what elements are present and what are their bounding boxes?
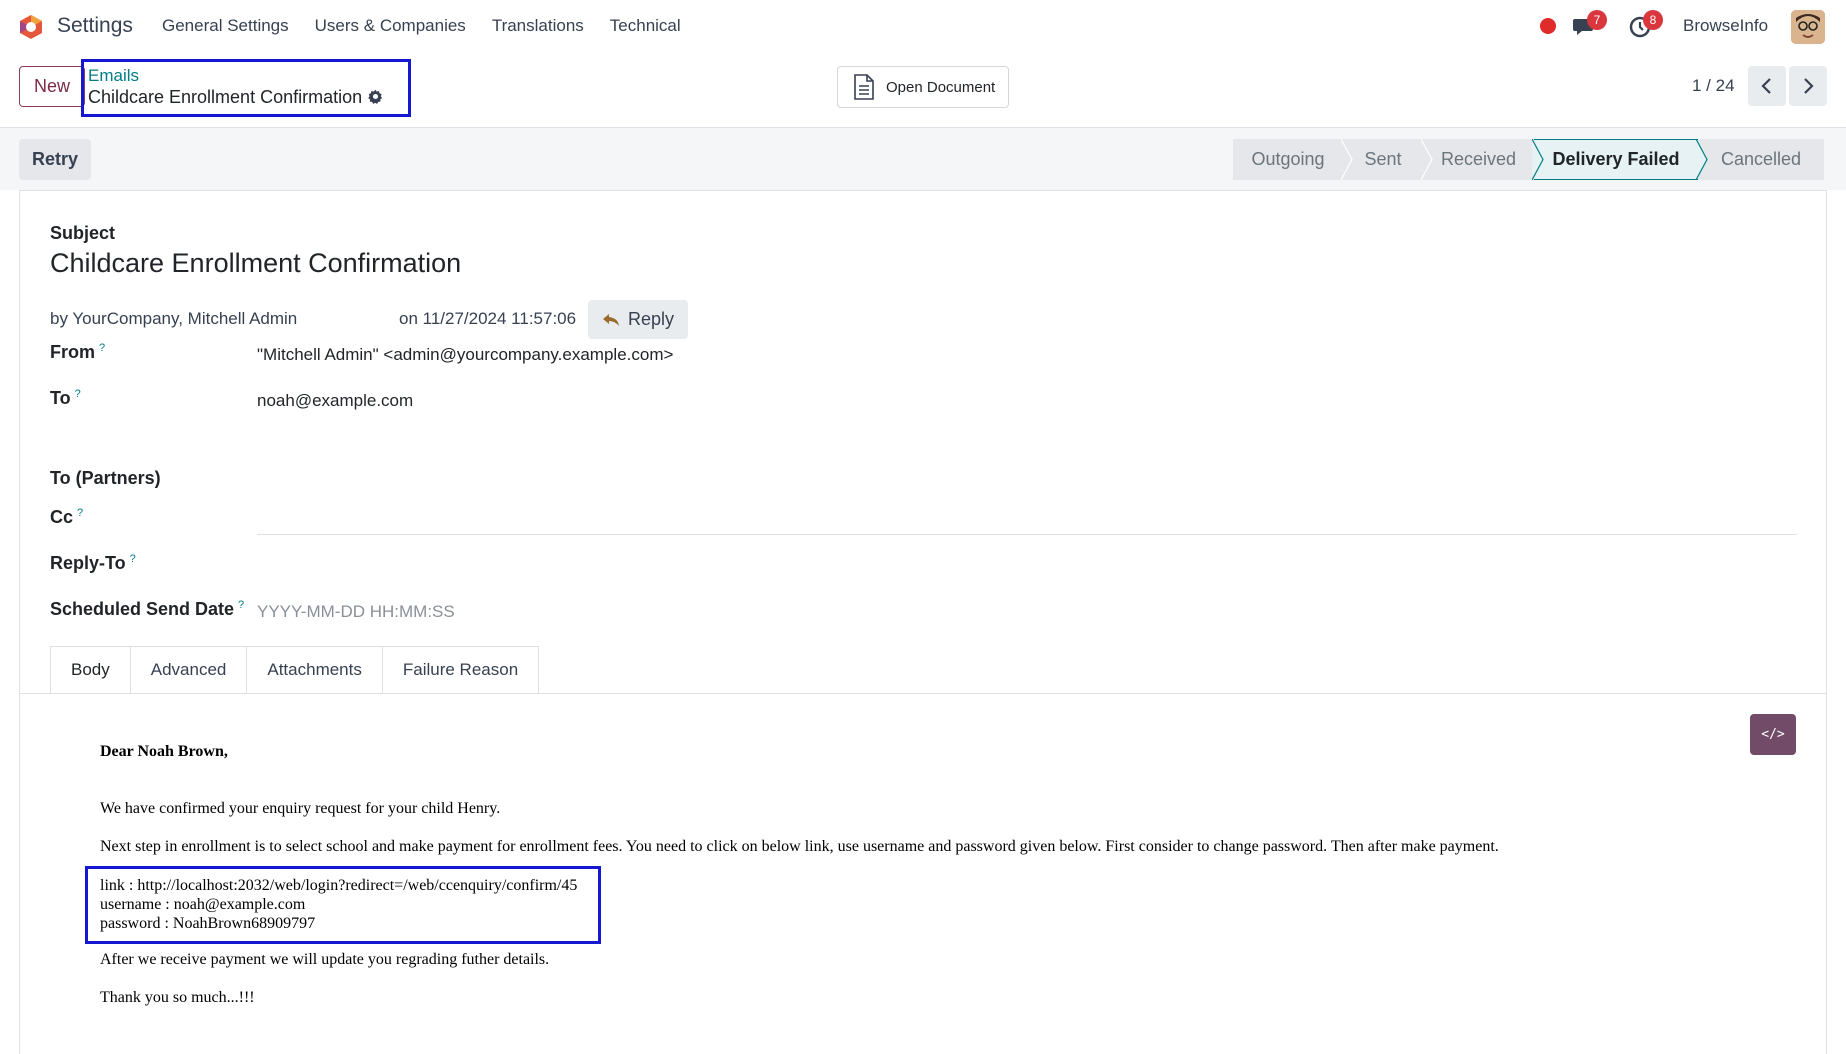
messages-badge: 7 [1587,10,1607,30]
scheduled-help-icon[interactable]: ? [238,599,244,611]
mail-paragraph-3: After we receive payment we will update … [100,951,550,968]
to-partners-label: To (Partners) [50,468,161,488]
new-button[interactable]: New [19,66,85,107]
from-label: From? [50,342,105,363]
notebook-tabs: Body Advanced Attachments Failure Reason [50,646,540,694]
reply-button[interactable]: Reply [588,300,688,339]
stage-delivery-failed-label: Delivery Failed [1552,149,1680,169]
stage-cancelled[interactable]: Cancelled [1698,139,1824,180]
cc-label: Cc? [50,507,83,528]
tab-divider [19,693,1827,694]
stage-received[interactable]: Received [1423,139,1544,180]
gear-icon[interactable] [367,88,384,105]
mail-paragraph-4: Thank you so much...!!! [100,989,255,1006]
subject-label: Subject [50,223,116,243]
cc-label-text: Cc [50,507,74,527]
stage-outgoing[interactable]: Outgoing [1233,139,1353,180]
author-line: by YourCompany, Mitchell Admin [50,309,298,328]
from-field[interactable]: "Mitchell Admin" <admin@yourcompany.exam… [257,345,673,365]
mail-paragraph-2: Next step in enrollment is to select sch… [100,838,1499,855]
user-avatar[interactable] [1791,10,1825,44]
retry-button[interactable]: Retry [19,139,91,180]
avatar-icon [1791,10,1825,44]
control-panel: New Emails Childcare Enrollment Confirma… [0,54,1846,128]
document-icon [854,74,874,100]
odoo-logo-icon[interactable] [18,14,44,40]
stage-sent-label: Sent [1364,149,1402,169]
reply-to-label: Reply-To? [50,553,136,574]
mail-paragraph-1: We have confirmed your enquiry request f… [100,800,501,817]
scheduled-date-input[interactable]: YYYY-MM-DD HH:MM:SS [257,602,455,622]
date-line: on 11/27/2024 11:57:06 [399,309,577,328]
from-help-icon[interactable]: ? [99,342,105,354]
scheduled-date-label-text: Scheduled Send Date [50,599,235,619]
pager-next-button[interactable] [1789,66,1827,106]
menu-users-companies[interactable]: Users & Companies [315,16,466,36]
cc-help-icon[interactable]: ? [77,507,83,519]
tab-attachments[interactable]: Attachments [246,646,383,694]
credentials-highlight [85,866,601,944]
stage-arrow-icon [1696,139,1708,180]
tab-failure-reason[interactable]: Failure Reason [381,646,540,694]
stage-outgoing-label: Outgoing [1251,149,1325,169]
tab-body[interactable]: Body [50,646,131,694]
subject-value[interactable]: Childcare Enrollment Confirmation [50,248,461,279]
menu-translations[interactable]: Translations [492,16,584,36]
stage-arrow-icon [1421,139,1433,180]
breadcrumb-record-title: Childcare Enrollment Confirmation [88,87,363,107]
app-name[interactable]: Settings [57,14,133,38]
menu-general-settings[interactable]: General Settings [162,16,289,36]
to-help-icon[interactable]: ? [75,388,81,400]
open-document-button[interactable]: Open Document [837,66,1009,108]
recording-dot-icon[interactable] [1540,18,1556,34]
activities-badge: 8 [1643,10,1663,30]
code-view-button[interactable]: </> [1750,714,1796,755]
scheduled-date-label: Scheduled Send Date? [50,599,244,620]
stage-sent[interactable]: Sent [1343,139,1433,180]
stage-arrow-icon [1532,139,1544,180]
top-navbar: Settings General Settings Users & Compan… [0,0,1846,54]
to-label: To? [50,388,81,409]
pager-counter[interactable]: 1 / 24 [1692,76,1735,96]
reply-arrow-icon [602,313,619,326]
open-document-label: Open Document [886,78,996,96]
chevron-left-icon [1761,78,1771,94]
main-menu: General Settings Users & Companies Trans… [162,16,707,36]
company-switcher[interactable]: BrowseInfo [1683,16,1768,36]
reply-label: Reply [627,309,675,329]
menu-technical[interactable]: Technical [610,16,681,36]
cc-field[interactable] [257,534,1797,535]
reply-to-help-icon[interactable]: ? [130,553,136,565]
stage-cancelled-label: Cancelled [1720,149,1802,169]
pager-previous-button[interactable] [1748,66,1786,106]
breadcrumb-emails-link[interactable]: Emails [88,66,139,86]
mail-greeting: Dear Noah Brown, [100,743,228,760]
status-bar: Retry Outgoing Sent Received Delivery Fa… [0,128,1846,190]
from-label-text: From [50,342,95,362]
chevron-right-icon [1804,78,1814,94]
to-field[interactable]: noah@example.com [257,391,413,411]
stage-received-label: Received [1440,149,1517,169]
status-stages: Outgoing Sent Received Delivery Failed C… [1233,139,1824,180]
stage-arrow-icon [1341,139,1353,180]
tab-advanced[interactable]: Advanced [129,646,248,694]
stage-delivery-failed[interactable]: Delivery Failed [1534,139,1708,180]
to-label-text: To [50,388,71,408]
reply-to-label-text: Reply-To [50,553,126,573]
